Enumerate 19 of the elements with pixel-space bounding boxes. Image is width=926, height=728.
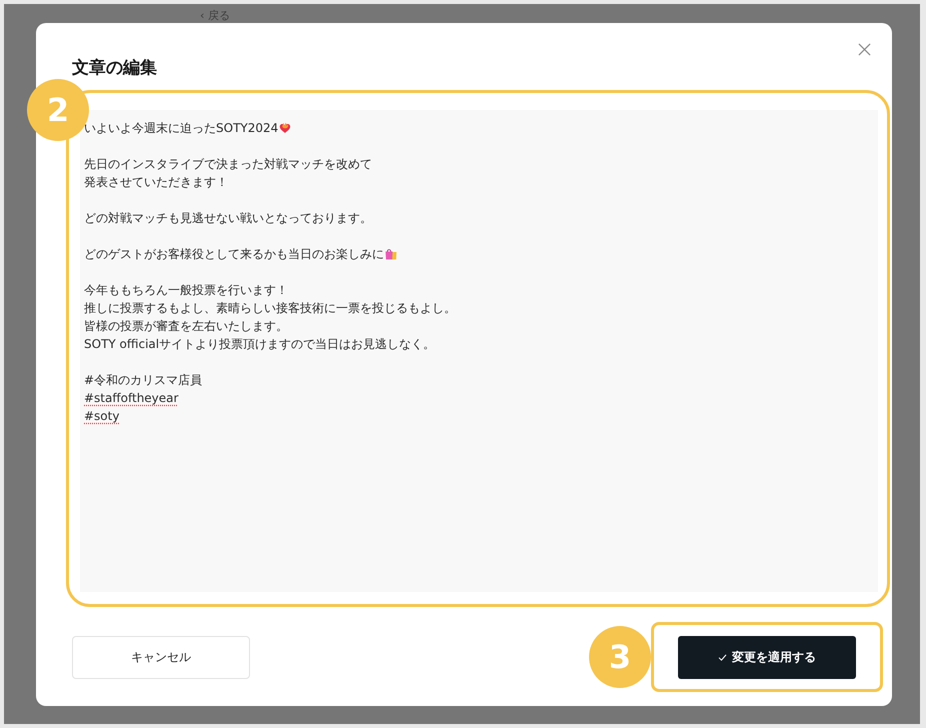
step-badge: 3 (589, 626, 651, 688)
burning-heart-icon (279, 122, 292, 134)
text-line: 推しに投票するもよし、素晴らしい接客技術に一票を投じるもよし。 (84, 300, 456, 317)
text-line: 発表させていただきます！ (84, 174, 228, 191)
apply-button[interactable]: 変更を適用する (678, 636, 856, 678)
text-line: #soty (84, 408, 120, 425)
text-line: 今年ももちろん一般投票を行います！ (84, 282, 288, 299)
text-line: 皆様の投票が審査を左右いたします。 (84, 318, 288, 335)
dialog-title: 文章の編集 (72, 58, 157, 78)
cancel-button[interactable]: キャンセル (72, 636, 250, 678)
text-line: SOTY officialサイトより投票頂けますので当日はお見逃しなく。 (84, 336, 436, 353)
check-icon (718, 654, 727, 660)
close-icon[interactable] (858, 43, 871, 56)
text-line: どのゲストがお客様役として来るかも当日のお楽しみに (84, 246, 384, 263)
text-line: #令和のカリスマ店員 (84, 372, 202, 389)
text-line: 先日のインスタライブで決まった対戦マッチを改めて (84, 156, 372, 173)
text-line: #staffoftheyear (84, 390, 178, 407)
text-line: どの対戦マッチも見逃せない戦いとなっております。 (84, 210, 372, 227)
shopping-bags-icon (385, 248, 397, 260)
